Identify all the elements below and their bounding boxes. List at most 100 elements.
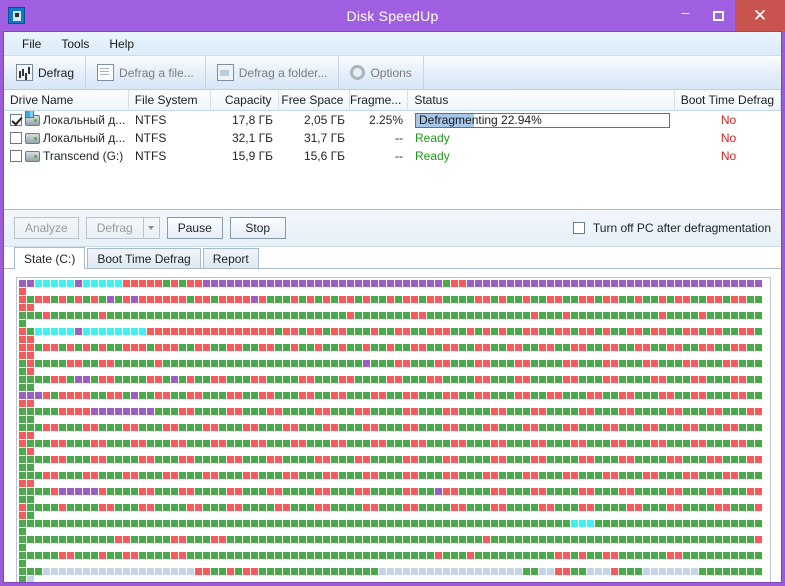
map-cell bbox=[507, 488, 514, 495]
map-cell bbox=[731, 504, 738, 511]
stop-button[interactable]: Stop bbox=[229, 217, 286, 239]
map-cell bbox=[643, 552, 650, 559]
map-cell bbox=[187, 440, 194, 447]
menu-item-tools[interactable]: Tools bbox=[51, 35, 99, 53]
map-cell bbox=[35, 552, 42, 559]
map-cell bbox=[707, 280, 714, 287]
column-header-free-space[interactable]: Free Space bbox=[279, 90, 351, 110]
table-row[interactable]: Transcend (G:) NTFS 15,9 ГБ 15,6 ГБ -- Ready N… bbox=[4, 147, 781, 165]
map-cell bbox=[347, 568, 354, 575]
minimize-button[interactable]: – bbox=[669, 0, 702, 31]
map-cell bbox=[219, 360, 226, 367]
drive-checkbox[interactable] bbox=[10, 150, 22, 162]
map-cell bbox=[171, 296, 178, 303]
map-cell bbox=[235, 312, 242, 319]
column-header-boot-time-defrag[interactable]: Boot Time Defrag bbox=[675, 90, 781, 110]
map-cell bbox=[475, 296, 482, 303]
column-header-status[interactable]: Status bbox=[408, 90, 675, 110]
map-cell bbox=[27, 520, 34, 527]
map-cell bbox=[723, 360, 730, 367]
map-cell bbox=[43, 392, 50, 399]
toolbar-options-button[interactable]: Options bbox=[339, 56, 424, 89]
map-cell bbox=[259, 552, 266, 559]
map-cell bbox=[35, 296, 42, 303]
pause-button[interactable]: Pause bbox=[166, 217, 223, 239]
drive-checkbox[interactable] bbox=[10, 132, 22, 144]
map-cell bbox=[587, 520, 594, 527]
map-cell bbox=[251, 488, 258, 495]
toolbar-defrag-folder-button[interactable]: Defrag a folder... bbox=[206, 56, 340, 89]
defrag-cluster-map[interactable] bbox=[16, 277, 771, 582]
defrag-button[interactable]: Defrag bbox=[85, 217, 143, 239]
column-header-capacity[interactable]: Capacity bbox=[211, 90, 279, 110]
column-header-file-system[interactable]: File System bbox=[129, 90, 211, 110]
map-cell bbox=[603, 536, 610, 543]
map-cell bbox=[131, 520, 138, 527]
map-cell bbox=[147, 376, 154, 383]
map-cell bbox=[427, 504, 434, 511]
map-cell bbox=[51, 568, 58, 575]
map-cell bbox=[427, 456, 434, 463]
map-cell bbox=[507, 568, 514, 575]
map-cell bbox=[323, 328, 330, 335]
tab-report[interactable]: Report bbox=[202, 248, 259, 268]
map-cell bbox=[483, 520, 490, 527]
map-cell bbox=[331, 376, 338, 383]
defrag-dropdown-button[interactable] bbox=[142, 217, 160, 239]
map-cell bbox=[267, 536, 274, 543]
map-cell bbox=[299, 408, 306, 415]
column-header-drive-name[interactable]: Drive Name bbox=[4, 90, 129, 110]
maximize-button[interactable] bbox=[702, 0, 735, 31]
map-cell bbox=[755, 520, 762, 527]
tab-boot-time-defrag[interactable]: Boot Time Defrag bbox=[87, 248, 201, 268]
map-cell bbox=[483, 280, 490, 287]
map-cell bbox=[563, 552, 570, 559]
map-cell bbox=[147, 360, 154, 367]
turn-off-pc-checkbox[interactable] bbox=[572, 222, 585, 234]
menu-item-help[interactable]: Help bbox=[99, 35, 144, 53]
menu-item-file[interactable]: File bbox=[12, 35, 51, 53]
analyze-button[interactable]: Analyze bbox=[14, 217, 79, 239]
map-cell bbox=[43, 344, 50, 351]
map-cell bbox=[403, 424, 410, 431]
map-cell bbox=[99, 280, 106, 287]
map-cell bbox=[187, 376, 194, 383]
map-cell bbox=[259, 392, 266, 399]
map-cell bbox=[675, 552, 682, 559]
map-cell bbox=[227, 472, 234, 479]
map-cell bbox=[83, 360, 90, 367]
tab-state[interactable]: State (C:) bbox=[14, 247, 86, 269]
table-row[interactable]: Локальный д... NTFS 32,1 ГБ 31,7 ГБ -- Ready N… bbox=[4, 129, 781, 147]
table-row[interactable]: Локальный д... NTFS 17,8 ГБ 2,05 ГБ 2.25% Def… bbox=[4, 111, 781, 129]
map-cell bbox=[619, 344, 626, 351]
map-cell bbox=[283, 424, 290, 431]
map-cell bbox=[755, 424, 762, 431]
map-cell bbox=[435, 536, 442, 543]
map-cell bbox=[451, 488, 458, 495]
column-header-fragmentation[interactable]: Fragme... bbox=[350, 90, 409, 110]
map-cell bbox=[235, 536, 242, 543]
map-cell bbox=[83, 456, 90, 463]
turn-off-pc-option[interactable]: Turn off PC after defragmentation bbox=[572, 221, 771, 235]
map-cell bbox=[347, 296, 354, 303]
toolbar-defrag-file-button[interactable]: Defrag a file... bbox=[86, 56, 206, 89]
map-cell bbox=[171, 392, 178, 399]
map-cell bbox=[339, 552, 346, 559]
map-row bbox=[19, 312, 769, 328]
map-cell bbox=[403, 392, 410, 399]
map-cell bbox=[723, 376, 730, 383]
map-cell bbox=[59, 552, 66, 559]
map-cell bbox=[699, 280, 706, 287]
map-cell bbox=[235, 408, 242, 415]
map-cell bbox=[243, 312, 250, 319]
map-cell bbox=[651, 504, 658, 511]
map-cell bbox=[283, 312, 290, 319]
map-cell bbox=[395, 472, 402, 479]
map-cell bbox=[259, 440, 266, 447]
map-cell bbox=[579, 488, 586, 495]
close-button[interactable]: ✕ bbox=[735, 0, 785, 31]
drive-checkbox[interactable] bbox=[10, 114, 22, 126]
map-cell bbox=[283, 504, 290, 511]
toolbar-defrag-button[interactable]: Defrag bbox=[4, 56, 87, 89]
map-cell bbox=[27, 280, 34, 287]
